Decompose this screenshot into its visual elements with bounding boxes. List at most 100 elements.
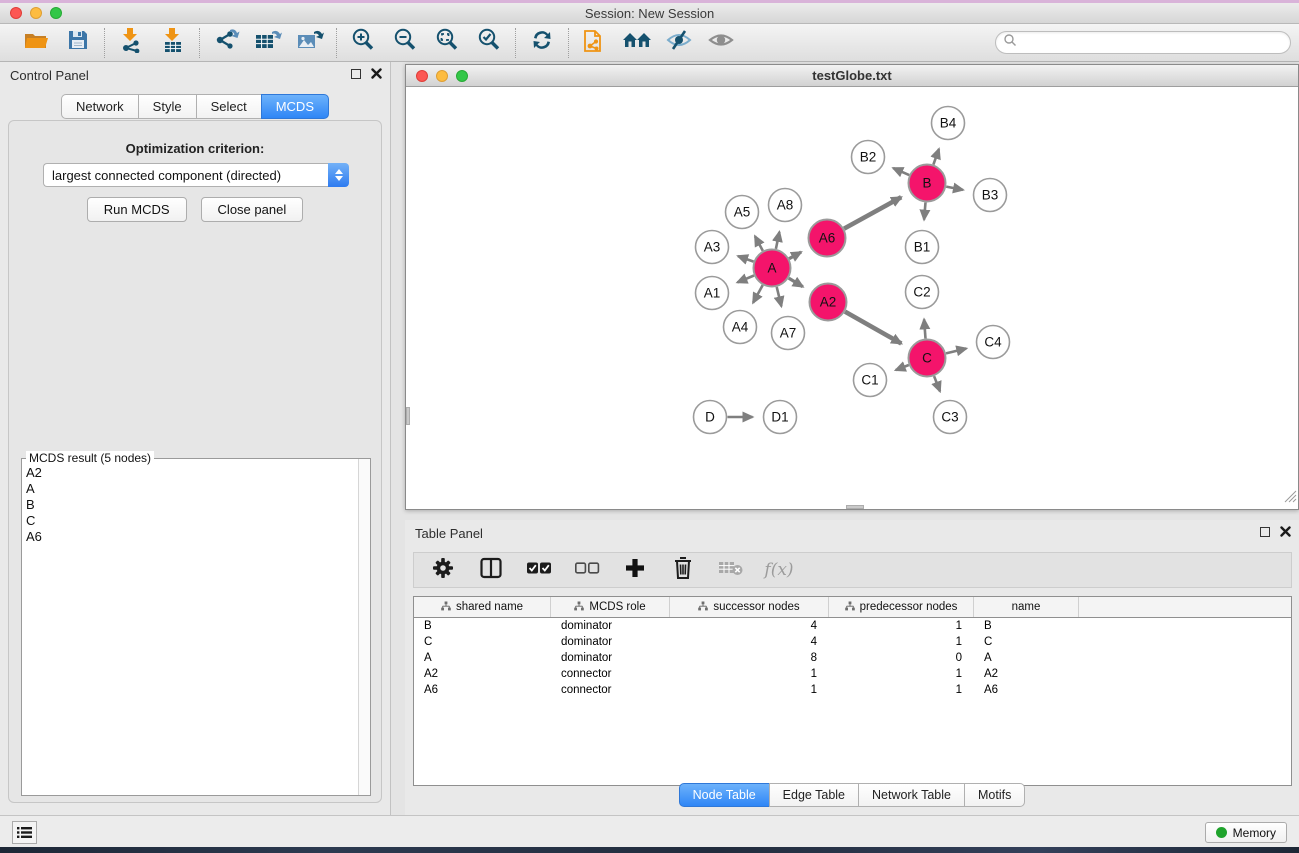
save-session-button[interactable] — [62, 28, 94, 58]
tab-style[interactable]: Style — [138, 94, 196, 119]
tab-select[interactable]: Select — [196, 94, 261, 119]
show-eye-button[interactable] — [705, 28, 737, 58]
graph-node-C1[interactable]: C1 — [854, 364, 887, 397]
home-views-button[interactable] — [621, 28, 653, 58]
graph-node-A2[interactable]: A2 — [810, 284, 847, 321]
optimization-criterion-select[interactable]: largest connected component (directed) — [43, 163, 349, 187]
column-header-MCDS-role[interactable]: MCDS role — [551, 597, 670, 617]
graph-edge-A-A1[interactable] — [737, 276, 754, 283]
graph-node-A8[interactable]: A8 — [769, 189, 802, 222]
table-cell[interactable]: A6 — [414, 682, 551, 698]
search-input[interactable] — [1017, 34, 1290, 52]
graph-edge-C-C1[interactable] — [896, 365, 909, 370]
import-network-button[interactable] — [115, 28, 147, 58]
mcds-result-scrollbar[interactable] — [358, 459, 370, 795]
table-row[interactable]: A6connector11A6 — [414, 682, 1291, 698]
graph-node-B2[interactable]: B2 — [852, 141, 885, 174]
table-cell[interactable]: A — [414, 650, 551, 666]
graph-edge-B-B4[interactable] — [933, 149, 939, 165]
table-cell[interactable]: connector — [551, 682, 670, 698]
network-horizontal-scrollbar[interactable] — [846, 505, 864, 509]
graph-node-C4[interactable]: C4 — [977, 326, 1010, 359]
column-panel-button[interactable] — [478, 557, 504, 583]
table-cell[interactable]: A6 — [974, 682, 1079, 698]
task-history-button[interactable] — [12, 821, 37, 844]
table-cell[interactable]: 0 — [829, 650, 974, 666]
graph-edge-A-A5[interactable] — [755, 236, 763, 251]
graph-edge-A6-B[interactable] — [844, 197, 901, 228]
table-cell[interactable]: 4 — [670, 618, 829, 634]
table-cell[interactable]: C — [414, 634, 551, 650]
graph-edge-C-C4[interactable] — [946, 349, 966, 354]
network-file-button[interactable] — [579, 28, 611, 58]
graph-node-A[interactable]: A — [754, 250, 791, 287]
graph-node-C2[interactable]: C2 — [906, 276, 939, 309]
graph-node-D[interactable]: D — [694, 401, 727, 434]
tab-motifs[interactable]: Motifs — [964, 783, 1025, 807]
refresh-button[interactable] — [526, 28, 558, 58]
graph-node-B4[interactable]: B4 — [932, 107, 965, 140]
table-row[interactable]: A2connector11A2 — [414, 666, 1291, 682]
float-table-panel-button[interactable] — [1260, 527, 1270, 537]
tab-mcds[interactable]: MCDS — [261, 94, 329, 119]
table-cell[interactable]: 1 — [670, 666, 829, 682]
graph-node-C[interactable]: C — [909, 340, 946, 377]
close-table-panel-button[interactable] — [1280, 526, 1291, 537]
graph-node-C3[interactable]: C3 — [934, 401, 967, 434]
select-all-rows-button[interactable] — [526, 557, 552, 583]
close-panel-button[interactable]: Close panel — [201, 197, 304, 222]
graph-edge-A2-C[interactable] — [845, 312, 901, 344]
network-canvas[interactable]: B4 B2 B B3 A8 A5 A6 A3 B1 A A1 C2 A2 A4 … — [406, 87, 1298, 509]
zoom-fit-button[interactable] — [431, 28, 463, 58]
export-network-button[interactable] — [210, 28, 242, 58]
search-field[interactable] — [995, 31, 1291, 54]
float-panel-button[interactable] — [351, 69, 361, 79]
memory-button[interactable]: Memory — [1205, 822, 1287, 843]
column-header-successor-nodes[interactable]: successor nodes — [670, 597, 829, 617]
graph-node-B1[interactable]: B1 — [906, 231, 939, 264]
table-cell[interactable]: 1 — [829, 618, 974, 634]
graph-node-A3[interactable]: A3 — [696, 231, 729, 264]
tab-network[interactable]: Network — [61, 94, 138, 119]
mcds-result-item[interactable]: B — [26, 497, 357, 513]
network-vertical-scrollbar[interactable] — [406, 407, 410, 425]
table-cell[interactable]: B — [414, 618, 551, 634]
table-cell[interactable]: dominator — [551, 634, 670, 650]
table-cell[interactable]: 1 — [829, 666, 974, 682]
table-cell[interactable]: B — [974, 618, 1079, 634]
graph-edge-A-A7[interactable] — [777, 287, 782, 306]
zoom-out-button[interactable] — [389, 28, 421, 58]
table-settings-button[interactable] — [430, 557, 456, 583]
graph-edge-A-A6[interactable] — [789, 252, 801, 259]
zoom-in-button[interactable] — [347, 28, 379, 58]
table-cell[interactable]: dominator — [551, 618, 670, 634]
open-file-button[interactable] — [20, 28, 52, 58]
zoom-selected-button[interactable] — [473, 28, 505, 58]
graph-edge-B-B2[interactable] — [893, 168, 909, 175]
column-header-name[interactable]: name — [974, 597, 1079, 617]
mcds-result-item[interactable]: C — [26, 513, 357, 529]
delete-column-button[interactable] — [670, 557, 696, 583]
table-cell[interactable]: connector — [551, 666, 670, 682]
window-resize-grip[interactable] — [1284, 490, 1297, 508]
graph-node-D1[interactable]: D1 — [764, 401, 797, 434]
mcds-result-item[interactable]: A6 — [26, 529, 357, 545]
graph-node-A7[interactable]: A7 — [772, 317, 805, 350]
export-table-button[interactable] — [252, 28, 284, 58]
mcds-result-item[interactable]: A — [26, 481, 357, 497]
add-column-button[interactable] — [622, 557, 648, 583]
table-cell[interactable]: 1 — [670, 682, 829, 698]
tab-node-table[interactable]: Node Table — [679, 783, 769, 807]
graph-edge-A-A2[interactable] — [789, 278, 803, 287]
table-cell[interactable]: 8 — [670, 650, 829, 666]
graph-edge-A-A8[interactable] — [776, 232, 780, 249]
table-cell[interactable]: A — [974, 650, 1079, 666]
column-header-shared-name[interactable]: shared name — [414, 597, 551, 617]
network-window-titlebar[interactable]: testGlobe.txt — [406, 65, 1298, 87]
column-header-predecessor-nodes[interactable]: predecessor nodes — [829, 597, 974, 617]
tab-edge-table[interactable]: Edge Table — [769, 783, 858, 807]
table-row[interactable]: Adominator80A — [414, 650, 1291, 666]
graph-edge-C-C2[interactable] — [924, 319, 925, 338]
close-panel-icon-button[interactable] — [371, 68, 382, 79]
graph-edge-A-A3[interactable] — [738, 256, 754, 262]
